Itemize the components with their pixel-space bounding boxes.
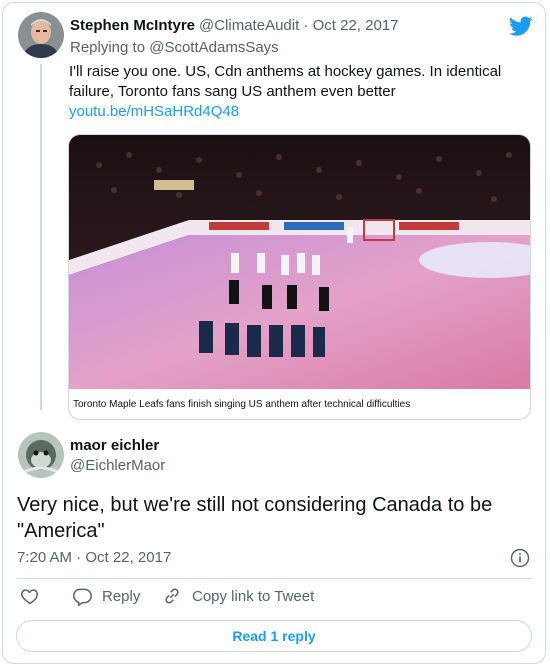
hockey-arena-image[interactable] <box>69 135 531 389</box>
read-replies-button[interactable]: Read 1 reply <box>16 620 532 652</box>
replying-to: Replying to @ScottAdamsSays <box>70 38 279 58</box>
tweet-text-line-1: Very nice, but we're still not consideri… <box>17 494 493 516</box>
quoted-handle[interactable]: @ClimateAudit <box>199 17 299 34</box>
tweet-timestamp[interactable]: 7:20 AM · Oct 22, 2017 <box>17 548 171 568</box>
media-caption[interactable]: Toronto Maple Leafs fans finish singing … <box>69 389 530 419</box>
reply-label[interactable]: Reply <box>102 588 140 605</box>
action-bar: Reply Copy link to Tweet <box>0 586 550 610</box>
tweet-text: Very nice, but we're still not consideri… <box>17 492 537 544</box>
avatar-maor-eichler[interactable] <box>18 432 64 478</box>
tweet-time[interactable]: 7:20 AM <box>17 549 72 566</box>
link-icon <box>165 588 179 604</box>
info-icon[interactable] <box>510 548 530 568</box>
thread-line <box>40 64 42 410</box>
avatar-stephen-mcintyre[interactable] <box>18 12 64 58</box>
replying-to-prefix: Replying to <box>70 39 146 56</box>
copy-link-button[interactable]: Copy link to Tweet <box>162 586 314 606</box>
twitter-bird-icon[interactable] <box>509 14 533 38</box>
quoted-meta: @ClimateAudit · Oct 22, 2017 <box>199 16 399 36</box>
reply-bubble-icon <box>72 588 92 606</box>
author-name[interactable]: maor eichler <box>70 437 159 454</box>
timestamp-separator: · <box>76 549 82 566</box>
like-button[interactable] <box>20 586 40 606</box>
quoted-date[interactable]: Oct 22, 2017 <box>313 17 399 34</box>
tweet-date[interactable]: Oct 22, 2017 <box>85 549 171 566</box>
media-card[interactable]: Toronto Maple Leafs fans finish singing … <box>68 134 531 420</box>
meta-separator: · <box>303 17 309 34</box>
quoted-tweet-text: I'll raise you one. US, Cdn anthems at h… <box>69 62 539 122</box>
divider <box>17 578 532 579</box>
copy-link-label[interactable]: Copy link to Tweet <box>192 588 314 605</box>
quoted-text-line-2: failure, Toronto fans sang US anthem eve… <box>69 83 396 100</box>
quoted-text-line-1: I'll raise you one. US, Cdn anthems at h… <box>69 63 502 80</box>
quoted-author-name[interactable]: Stephen McIntyre <box>70 17 195 34</box>
replying-to-handle[interactable]: @ScottAdamsSays <box>149 39 278 56</box>
tweet-text-line-2: "America" <box>17 520 105 542</box>
author-handle[interactable]: @EichlerMaor <box>70 456 165 476</box>
quoted-tweet-link[interactable]: youtu.be/mHSaHRd4Q48 <box>69 102 539 122</box>
heart-icon <box>21 589 38 605</box>
reply-button[interactable]: Reply <box>72 586 140 606</box>
